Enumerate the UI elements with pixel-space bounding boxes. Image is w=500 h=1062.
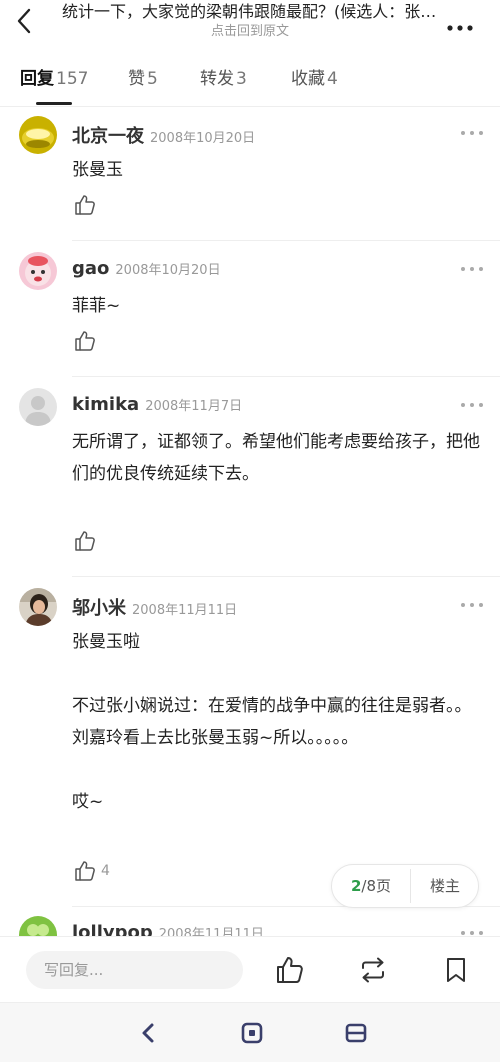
comment-date: 2008年11月11日 bbox=[132, 603, 238, 618]
like-icon[interactable] bbox=[74, 194, 96, 216]
comment-text: 无所谓了，证都领了。希望他们能考虑要给孩子，把他们的优良传统延续下去。 bbox=[72, 432, 480, 484]
page-indicator[interactable]: 2/8页 bbox=[332, 865, 410, 907]
comment-divider bbox=[72, 576, 500, 577]
username-text: gao bbox=[72, 258, 110, 279]
avatar[interactable] bbox=[19, 588, 57, 626]
tab-favorites[interactable]: 收藏 4 bbox=[291, 64, 338, 94]
comment-more-icon[interactable] bbox=[458, 125, 486, 141]
more-options-icon[interactable] bbox=[444, 8, 478, 36]
default-avatar[interactable] bbox=[19, 388, 57, 426]
reply-input[interactable] bbox=[26, 951, 243, 989]
back-chevron-icon[interactable] bbox=[10, 6, 40, 36]
comment-more-icon[interactable] bbox=[458, 397, 486, 413]
tabs-divider bbox=[0, 106, 500, 107]
username-text: 北京一夜 bbox=[72, 126, 144, 147]
comment-date: 2008年11月11日 bbox=[158, 927, 264, 936]
total-pages: /8页 bbox=[361, 877, 392, 895]
bookmark-icon[interactable] bbox=[441, 955, 471, 985]
system-nav-bar bbox=[0, 1002, 500, 1062]
comment-date: 2008年11月7日 bbox=[145, 399, 243, 414]
comment-date: 2008年10月20日 bbox=[115, 263, 221, 278]
nav-menu-icon[interactable] bbox=[344, 1021, 368, 1045]
tab-favorites-label: 收藏 bbox=[291, 69, 325, 89]
only-op-button[interactable]: 楼主 bbox=[411, 865, 479, 907]
tab-replies-label: 回复 bbox=[20, 69, 54, 89]
current-page: 2 bbox=[350, 877, 362, 895]
username-text: lollypop bbox=[72, 922, 153, 936]
like-icon[interactable] bbox=[74, 530, 96, 552]
tab-favorites-count: 4 bbox=[327, 69, 338, 89]
comment-text: 张曼玉啦 不过张小娴说过：在爱情的战争中赢的往往是弱者。。 刘嘉玲看上去比张曼玉… bbox=[72, 632, 472, 812]
avatar[interactable] bbox=[19, 916, 57, 936]
username-text: kimika bbox=[72, 394, 140, 415]
username-text: 邬小米 bbox=[72, 598, 126, 619]
comment-text: 菲菲~ bbox=[72, 296, 121, 316]
bottom-action-bar bbox=[0, 936, 500, 1002]
comment-text: 张曼玉 bbox=[72, 160, 123, 180]
like-icon[interactable] bbox=[74, 330, 96, 352]
tab-reposts-count: 3 bbox=[236, 69, 247, 89]
tab-bar: 回复 157 赞5 转发 3 收藏 4 bbox=[0, 64, 500, 105]
comment-divider bbox=[72, 240, 500, 241]
comment-item: lollypop 2008年11月11日 bbox=[0, 914, 500, 936]
avatar[interactable] bbox=[19, 116, 57, 154]
comment-more-icon[interactable] bbox=[458, 261, 486, 277]
back-to-original-link[interactable]: 点击回到原文 bbox=[62, 23, 438, 41]
comment-username[interactable]: gao 2008年10月20日 bbox=[72, 258, 221, 279]
comment-date: 2008年10月20日 bbox=[150, 131, 256, 146]
comment-username[interactable]: 邬小米 2008年11月11日 bbox=[72, 594, 237, 620]
tab-replies[interactable]: 回复 157 bbox=[20, 64, 88, 94]
like-count: 4 bbox=[101, 863, 110, 879]
tab-likes-count: 5 bbox=[147, 69, 158, 89]
tab-likes[interactable]: 赞5 bbox=[128, 64, 158, 94]
comment-username[interactable]: kimika 2008年11月7日 bbox=[72, 394, 242, 415]
nav-home-icon[interactable] bbox=[240, 1021, 264, 1045]
post-title[interactable]: 统计一下，大家觉的梁朝伟跟随最配？(候选人：张… bbox=[62, 2, 438, 22]
repost-icon[interactable] bbox=[358, 955, 388, 985]
tab-replies-count: 157 bbox=[56, 69, 89, 89]
tab-reposts[interactable]: 转发 3 bbox=[200, 64, 247, 94]
comment-more-icon[interactable] bbox=[458, 925, 486, 936]
like-icon[interactable] bbox=[74, 860, 96, 882]
comment-more-icon[interactable] bbox=[458, 597, 486, 613]
comment-username[interactable]: lollypop 2008年11月11日 bbox=[72, 922, 264, 936]
tab-likes-label: 赞 bbox=[128, 69, 145, 89]
nav-back-icon[interactable] bbox=[137, 1021, 161, 1045]
pagination-pill: 2/8页 楼主 bbox=[331, 864, 479, 908]
avatar[interactable] bbox=[19, 252, 57, 290]
thumbs-up-icon[interactable] bbox=[275, 955, 305, 985]
active-tab-indicator bbox=[36, 102, 72, 105]
top-header: 统计一下，大家觉的梁朝伟跟随最配？(候选人：张… 点击回到原文 bbox=[0, 0, 500, 50]
comment-username[interactable]: 北京一夜 2008年10月20日 bbox=[72, 122, 255, 148]
comment-divider bbox=[72, 376, 500, 377]
tab-reposts-label: 转发 bbox=[200, 69, 234, 89]
